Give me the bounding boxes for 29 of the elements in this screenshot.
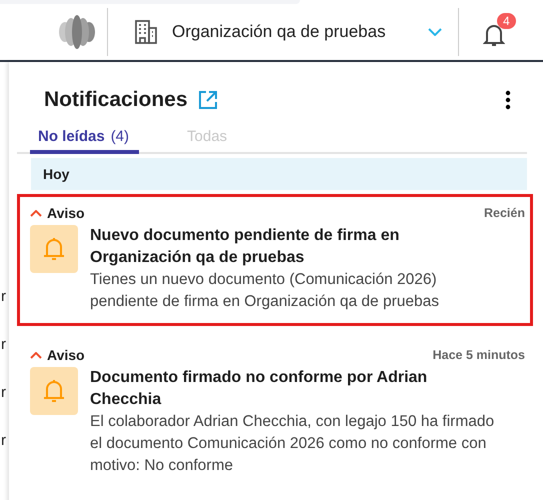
notification-category: Aviso [47,205,85,221]
notification-text: Tienes un nuevo documento (Comunicación 2026) pendiente de firma en Organización qa de pruebas [90,270,440,312]
table-cell-text: r [1,288,7,306]
notification-title: Documento firmado no conforme por Adrian Checchia [90,368,428,410]
bell-icon [30,367,78,415]
notification-category: Aviso [47,347,85,363]
table-cell-text: r [1,432,7,450]
table-cell-text: r [1,384,7,402]
external-link-icon[interactable] [198,90,218,110]
tab[interactable]: No leídas (4) [30,122,140,154]
chevron-down-icon [428,28,442,36]
notifications-button[interactable] [483,23,505,47]
panel-title: Notificaciones [44,88,188,112]
notification-title: Nuevo documento pendiente de firma en Organización qa de pruebas [90,226,400,268]
group-header: Hoy [31,158,527,190]
caret-up-icon [30,210,42,216]
logo-icon [57,15,97,49]
table-cell-text: r [1,336,7,354]
notification-item[interactable]: Aviso Recién Nuevo documento pendiente de firma en Organización qa de pruebas Tienes un nuevo documento (Comunicación 2026) pendiente de firma en Organización qa de pruebas [17,194,533,326]
organization-selector[interactable]: Organización qa de pruebas [107,8,459,56]
notification-item[interactable]: Aviso Hace 5 minutos Documento firmado no conforme por Adrian Checchia El colaborador Adrian Checchia, con legajo 150 ha firmado el documento Comunicación 2026 como no conforme con motivo: No conforme [17,336,533,490]
notification-time: Recién [484,206,525,220]
bell-icon [30,225,78,273]
caret-up-icon [30,352,42,358]
notification-time: Hace 5 minutos [432,348,525,362]
notification-text: El colaborador Adrian Checchia, con legajo 150 ha firmado el documento Comunicación 2026 como no conforme con motivo: No conforme [90,412,495,476]
bell-icon [483,23,505,47]
more-options-icon[interactable] [505,90,511,110]
building-icon [134,19,158,45]
